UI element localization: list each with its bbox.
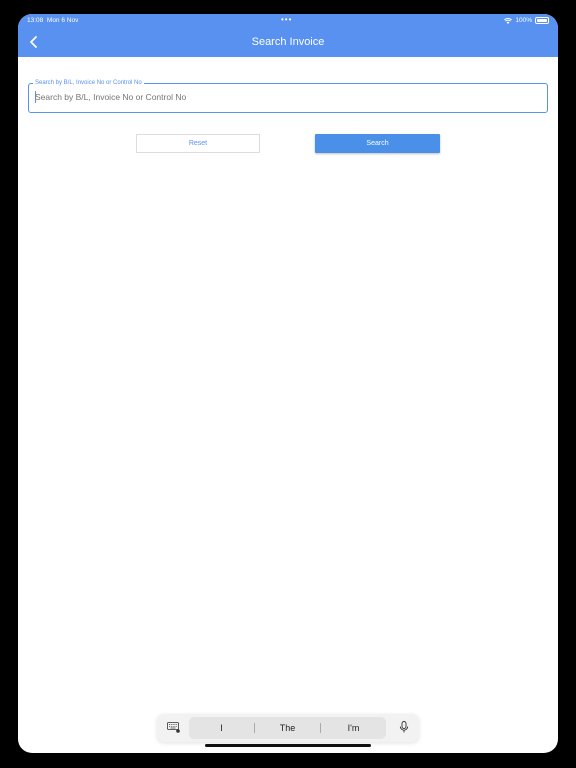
navigation-bar: Search Invoice (18, 28, 558, 57)
status-indicators: 100% (504, 17, 549, 24)
status-time-date: 13:08 Mon 6 Nov (27, 17, 78, 24)
search-field-label: Search by B/L, Invoice No or Control No (33, 79, 144, 87)
microphone-icon[interactable] (399, 721, 409, 734)
search-input[interactable] (35, 92, 535, 102)
status-bar: 13:08 Mon 6 Nov ••• 100% (18, 14, 558, 28)
suggestion-3[interactable]: I'm (321, 723, 386, 733)
suggestion-1[interactable]: I (189, 723, 254, 733)
predictive-suggestions: I The I'm (189, 717, 386, 739)
suggestion-2[interactable]: The (255, 723, 320, 733)
search-field[interactable]: Search by B/L, Invoice No or Control No (28, 79, 548, 113)
page-title: Search Invoice (251, 36, 325, 48)
wifi-icon (504, 17, 513, 24)
keyboard-shortcut-bar: I The I'm (157, 714, 419, 742)
reset-button[interactable]: Reset (136, 134, 260, 153)
app-screen: 13:08 Mon 6 Nov ••• 100% Search Invoice … (18, 14, 558, 753)
keyboard-icon[interactable] (167, 722, 180, 733)
multitasking-dots[interactable]: ••• (281, 15, 292, 24)
status-time: 13:08 (27, 17, 44, 24)
search-button[interactable]: Search (315, 134, 440, 153)
home-indicator[interactable] (205, 744, 371, 747)
battery-percent: 100% (515, 17, 532, 24)
status-date: Mon 6 Nov (46, 17, 79, 24)
battery-icon (535, 17, 549, 24)
